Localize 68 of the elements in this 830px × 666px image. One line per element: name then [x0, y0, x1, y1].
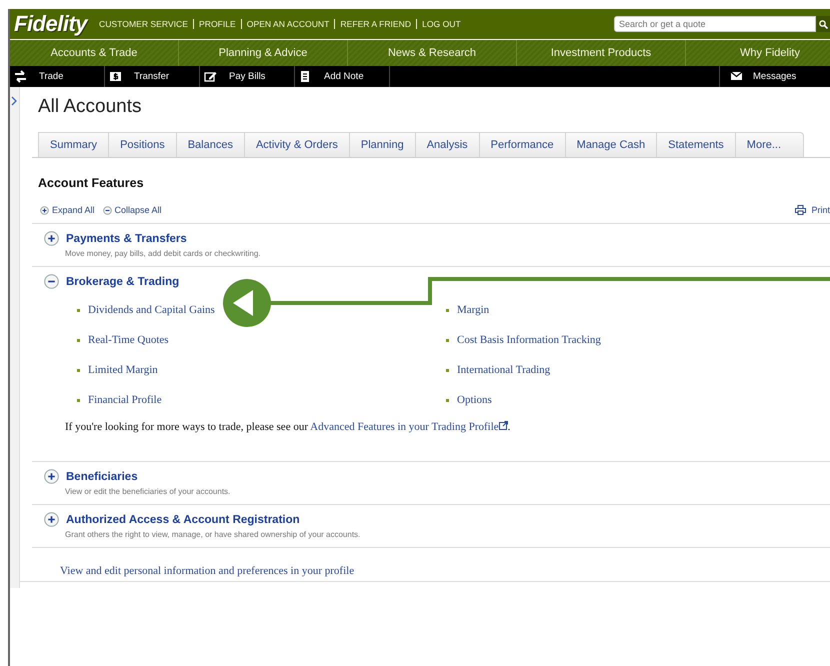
tab[interactable]: More... [734, 132, 804, 157]
action-link[interactable]: Transfer [105, 66, 200, 87]
notepad-icon [299, 70, 312, 83]
expand-all-link[interactable]: Expand All [40, 205, 95, 215]
tab[interactable]: Summary [38, 132, 108, 157]
section-description: View or edit the beneficiaries of your accounts. [65, 487, 232, 496]
header-link[interactable]: LOG OUT [416, 19, 466, 29]
plus-icon[interactable] [44, 469, 59, 484]
header-link[interactable]: REFER A FRIEND [334, 19, 416, 29]
envelope-icon [730, 70, 743, 83]
header-link[interactable]: CUSTOMER SERVICE [99, 19, 193, 29]
bullet-icon [446, 368, 449, 372]
logo[interactable]: Fidelity [14, 11, 88, 37]
feature-link[interactable]: Real-Time Quotes [88, 334, 169, 346]
tab[interactable]: Performance [478, 132, 565, 157]
bullet-icon [77, 398, 80, 402]
feature-link[interactable]: Financial Profile [88, 394, 162, 406]
section-title[interactable]: Beneficiaries [66, 470, 138, 482]
bullet-icon [446, 338, 449, 342]
action-link[interactable]: Messages [719, 66, 830, 87]
tab[interactable]: Positions [108, 132, 176, 157]
tab[interactable]: Statements [656, 132, 735, 157]
note-text: If you're looking for more ways to trade, please see our Advanced Features in your Trading Profile . [65, 421, 512, 433]
section-title[interactable]: Authorized Access & Account Registration [66, 514, 300, 526]
feature-link[interactable]: Dividends and Capital Gains [88, 304, 215, 316]
bullet-icon [446, 398, 449, 402]
bullet-icon [77, 368, 80, 372]
action-link[interactable]: Add Note [295, 66, 390, 87]
header-link[interactable]: PROFILE [193, 19, 241, 29]
trading-profile-link[interactable]: Advanced Features in your Trading Profile [310, 421, 499, 433]
feature-link[interactable]: Cost Basis Information Tracking [457, 334, 601, 346]
action-link[interactable]: Pay Bills [200, 66, 295, 87]
tab[interactable]: Analysis [414, 132, 479, 157]
tab[interactable]: Planning [348, 132, 415, 157]
plus-icon[interactable] [44, 231, 59, 246]
feature-link[interactable]: Limited Margin [88, 364, 158, 376]
pencil-icon [204, 70, 217, 83]
chevron-right-icon[interactable] [10, 96, 19, 106]
plus-icon [40, 206, 49, 214]
bullet-icon [77, 308, 80, 312]
bullet-icon [77, 338, 80, 342]
profile-link[interactable]: View and edit personal information and preferences in your profile [60, 565, 354, 577]
printer-icon [795, 205, 806, 215]
feature-link[interactable]: International Trading [457, 364, 550, 376]
external-link-icon [498, 421, 508, 430]
print-link[interactable]: Print [795, 205, 830, 215]
tab[interactable]: Manage Cash [564, 132, 656, 157]
tab[interactable]: Activity & Orders [244, 132, 349, 157]
bullet-icon [446, 308, 449, 312]
search-button[interactable] [816, 16, 830, 32]
minus-icon [102, 206, 112, 214]
search-field[interactable]: Search or get a quote [614, 16, 816, 32]
section-title[interactable]: Payments & Transfers [66, 232, 187, 244]
section-description: Move money, pay bills, add debit cards or checkwriting. [65, 249, 262, 258]
section-description: Grant others the right to view, manage, or have shared ownership of your accounts. [65, 530, 362, 539]
minus-icon[interactable] [44, 274, 59, 289]
page-title: All Accounts [38, 96, 142, 119]
section-heading: Account Features [38, 176, 145, 190]
section-title[interactable]: Brokerage & Trading [66, 276, 180, 288]
search-icon [818, 20, 828, 28]
header-link[interactable]: OPEN AN ACCOUNT [240, 19, 334, 29]
plus-icon[interactable] [44, 512, 59, 527]
feature-link[interactable]: Margin [457, 304, 490, 316]
dollar-icon [109, 70, 122, 83]
tab[interactable]: Balances [176, 132, 244, 157]
collapse-all-link[interactable]: Collapse All [102, 205, 162, 215]
feature-link[interactable]: Options [457, 394, 492, 406]
arrows-icon [14, 70, 27, 83]
